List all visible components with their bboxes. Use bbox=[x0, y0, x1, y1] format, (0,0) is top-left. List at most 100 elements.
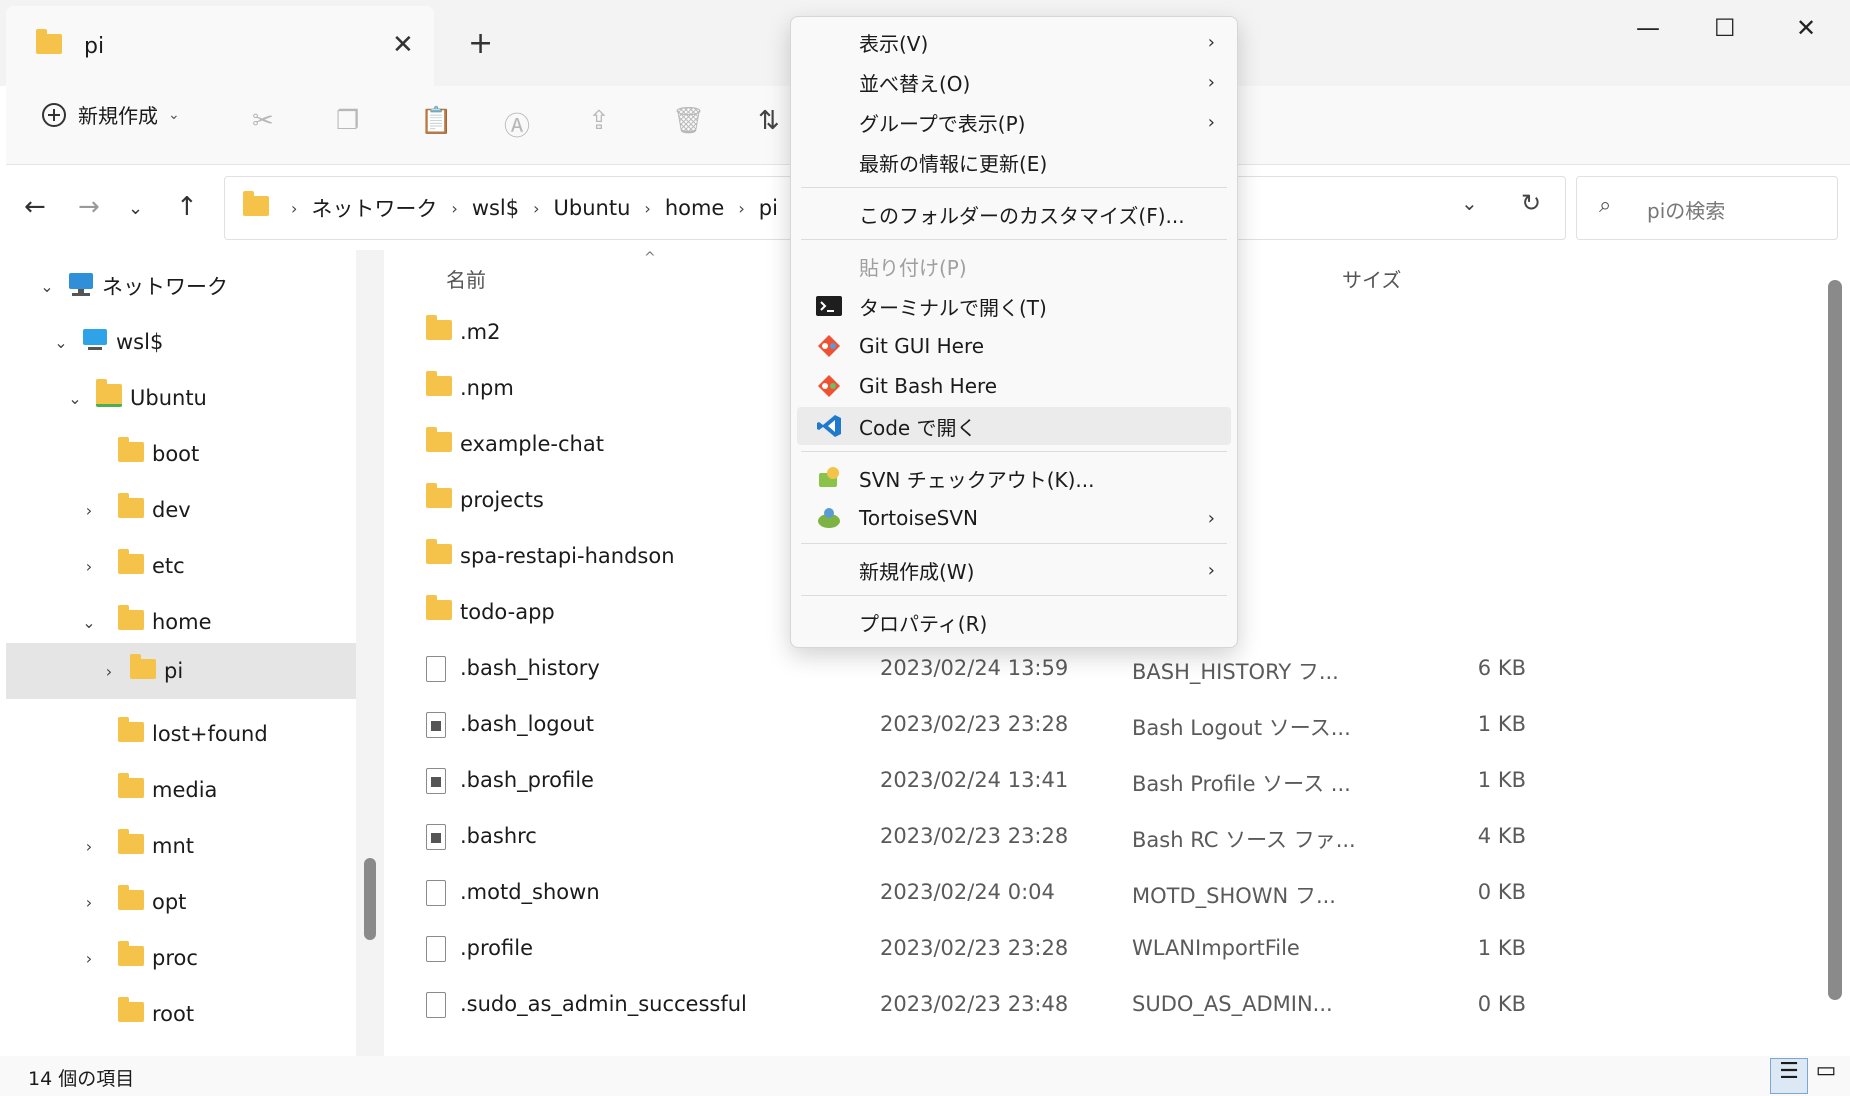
sidebar-item-media[interactable]: media bbox=[78, 762, 348, 818]
list-item[interactable]: .bashrc 2023/02/23 23:28 Bash RC ソース ファ.… bbox=[392, 810, 1792, 866]
item-count: 14 個の項目 bbox=[28, 1068, 135, 1090]
breadcrumb-pi[interactable]: pi bbox=[759, 196, 778, 220]
list-item[interactable]: .motd_shown 2023/02/24 0:04 MOTD_SHOWN フ… bbox=[392, 866, 1792, 922]
file-name: .bash_profile bbox=[460, 768, 594, 792]
chevron-right-icon: › bbox=[291, 198, 298, 218]
breadcrumb-wsl[interactable]: wsl$ bbox=[472, 196, 519, 220]
recent-locations-button[interactable]: ⌄ bbox=[128, 198, 143, 219]
menu-item-view[interactable]: 表示(V) › bbox=[797, 23, 1231, 61]
menu-item-group[interactable]: グループで表示(P) › bbox=[797, 103, 1231, 141]
chevron-right-icon: › bbox=[533, 198, 540, 218]
list-item[interactable]: .profile 2023/02/23 23:28 WLANImportFile… bbox=[392, 922, 1792, 978]
sidebar-scrollbar-thumb[interactable] bbox=[364, 858, 376, 940]
breadcrumb-ubuntu[interactable]: Ubuntu bbox=[554, 196, 631, 220]
chevron-right-icon[interactable]: › bbox=[78, 949, 100, 968]
maximize-button[interactable]: ☐ bbox=[1714, 14, 1736, 42]
sidebar-item-network[interactable]: ⌄ ネットワーク bbox=[36, 258, 336, 314]
breadcrumb-network[interactable]: ネットワーク bbox=[311, 193, 437, 223]
sidebar-item-dev[interactable]: › dev bbox=[78, 482, 348, 538]
sidebar-item-pi[interactable]: › pi bbox=[6, 643, 356, 699]
menu-item-sort[interactable]: 並べ替え(O) › bbox=[797, 63, 1231, 101]
close-window-button[interactable]: ✕ bbox=[1796, 14, 1816, 42]
menu-separator bbox=[801, 451, 1227, 452]
script-file-icon bbox=[426, 712, 446, 743]
sidebar-item-etc[interactable]: › etc bbox=[78, 538, 348, 594]
paste-icon[interactable]: 📋 bbox=[420, 106, 452, 136]
chevron-down-icon[interactable]: ⌄ bbox=[78, 613, 100, 632]
close-tab-icon[interactable]: ✕ bbox=[392, 30, 414, 60]
sidebar-item-opt[interactable]: › opt bbox=[78, 874, 348, 930]
sidebar-item-ubuntu[interactable]: ⌄ Ubuntu bbox=[64, 370, 344, 426]
sidebar-item-root[interactable]: root bbox=[78, 986, 348, 1042]
address-dropdown-icon[interactable]: ⌄ bbox=[1461, 191, 1478, 215]
sidebar-item-wsl[interactable]: ⌄ wsl$ bbox=[50, 314, 340, 370]
chevron-down-icon[interactable]: ⌄ bbox=[36, 277, 58, 296]
sidebar-item-home[interactable]: ⌄ home bbox=[78, 594, 348, 650]
details-view-icon[interactable]: ☰ bbox=[1770, 1058, 1808, 1094]
menu-item-customize[interactable]: このフォルダーのカスタマイズ(F)... bbox=[797, 195, 1231, 233]
file-date: 2023/02/23 23:28 bbox=[880, 824, 1069, 848]
tiles-view-icon[interactable]: ▭ bbox=[1808, 1058, 1844, 1092]
breadcrumb-home[interactable]: home bbox=[665, 196, 725, 220]
forward-button[interactable]: → bbox=[78, 192, 100, 222]
refresh-icon[interactable]: ↻ bbox=[1521, 189, 1541, 217]
chevron-down-icon[interactable]: ⌄ bbox=[50, 333, 72, 352]
sidebar-item-label: boot bbox=[152, 442, 200, 466]
chevron-right-icon[interactable]: › bbox=[78, 893, 100, 912]
file-name: .sudo_as_admin_successful bbox=[460, 992, 747, 1016]
search-box[interactable]: ⌕ piの検索 bbox=[1576, 176, 1838, 240]
folder-icon bbox=[426, 371, 460, 401]
menu-item-open-code[interactable]: Code で開く bbox=[797, 407, 1231, 445]
list-item[interactable]: .bash_history 2023/02/24 13:59 BASH_HIST… bbox=[392, 642, 1792, 698]
sort-icon[interactable]: ⇅ bbox=[758, 106, 780, 136]
menu-item-git-gui[interactable]: Git GUI Here bbox=[797, 327, 1231, 365]
up-button[interactable]: ↑ bbox=[176, 192, 198, 222]
rename-icon[interactable]: Ⓐ bbox=[504, 106, 530, 143]
list-item[interactable]: .sudo_as_admin_successful 2023/02/23 23:… bbox=[392, 978, 1792, 1034]
menu-item-git-bash[interactable]: Git Bash Here bbox=[797, 367, 1231, 405]
sidebar-item-label: media bbox=[152, 778, 218, 802]
share-icon[interactable]: ⇪ bbox=[588, 106, 610, 136]
minimize-button[interactable]: — bbox=[1636, 14, 1660, 42]
cut-icon[interactable]: ✂ bbox=[252, 106, 274, 136]
chevron-right-icon[interactable]: › bbox=[78, 501, 100, 520]
chevron-right-icon[interactable]: › bbox=[78, 557, 100, 576]
copy-icon[interactable]: ❐ bbox=[336, 106, 359, 136]
column-header-size[interactable]: サイズ bbox=[1342, 264, 1401, 293]
file-name: .bash_history bbox=[460, 656, 600, 680]
file-type: Bash Logout ソース... bbox=[1132, 716, 1351, 740]
folder-icon bbox=[118, 828, 152, 859]
sidebar-item-lost-found[interactable]: lost+found bbox=[78, 706, 348, 762]
menu-item-refresh[interactable]: 最新の情報に更新(E) bbox=[797, 143, 1231, 181]
file-name: example-chat bbox=[460, 432, 604, 456]
list-item[interactable]: .bash_logout 2023/02/23 23:28 Bash Logou… bbox=[392, 698, 1792, 754]
sidebar-item-boot[interactable]: boot bbox=[78, 426, 348, 482]
file-date: 2023/02/24 13:59 bbox=[880, 656, 1069, 680]
menu-item-tortoisesvn[interactable]: TortoiseSVN › bbox=[797, 499, 1231, 537]
chevron-right-icon[interactable]: › bbox=[98, 662, 120, 681]
chevron-down-icon[interactable]: ⌄ bbox=[64, 389, 86, 408]
search-input[interactable]: piの検索 bbox=[1647, 195, 1725, 224]
file-list-scrollbar[interactable] bbox=[1828, 280, 1842, 1000]
sidebar-item-label: wsl$ bbox=[116, 330, 164, 354]
menu-item-svn-checkout[interactable]: SVN チェックアウト(K)... bbox=[797, 459, 1231, 497]
menu-separator bbox=[801, 239, 1227, 240]
back-button[interactable]: ← bbox=[24, 192, 46, 222]
file-type: WLANImportFile bbox=[1132, 936, 1300, 960]
list-item[interactable]: .bash_profile 2023/02/24 13:41 Bash Prof… bbox=[392, 754, 1792, 810]
folder-icon bbox=[36, 29, 70, 58]
file-size: 1 KB bbox=[1477, 712, 1526, 736]
column-header-name[interactable]: 名前 bbox=[446, 264, 486, 293]
tab-pi[interactable]: pi ✕ bbox=[6, 6, 434, 86]
menu-item-properties[interactable]: プロパティ(R) bbox=[797, 603, 1231, 641]
chevron-right-icon[interactable]: › bbox=[78, 837, 100, 856]
sidebar-item-label: root bbox=[152, 1002, 195, 1026]
new-tab-button[interactable]: + bbox=[468, 26, 493, 61]
menu-item-open-terminal[interactable]: ターミナルで開く(T) bbox=[797, 287, 1231, 325]
delete-icon[interactable]: 🗑 bbox=[672, 106, 705, 136]
sidebar-item-mnt[interactable]: › mnt bbox=[78, 818, 348, 874]
new-button[interactable]: 新規作成 ⌄ bbox=[40, 100, 180, 129]
sidebar-item-proc[interactable]: › proc bbox=[78, 930, 348, 986]
status-bar: 14 個の項目 bbox=[0, 1056, 1850, 1096]
menu-item-new[interactable]: 新規作成(W) › bbox=[797, 551, 1231, 589]
